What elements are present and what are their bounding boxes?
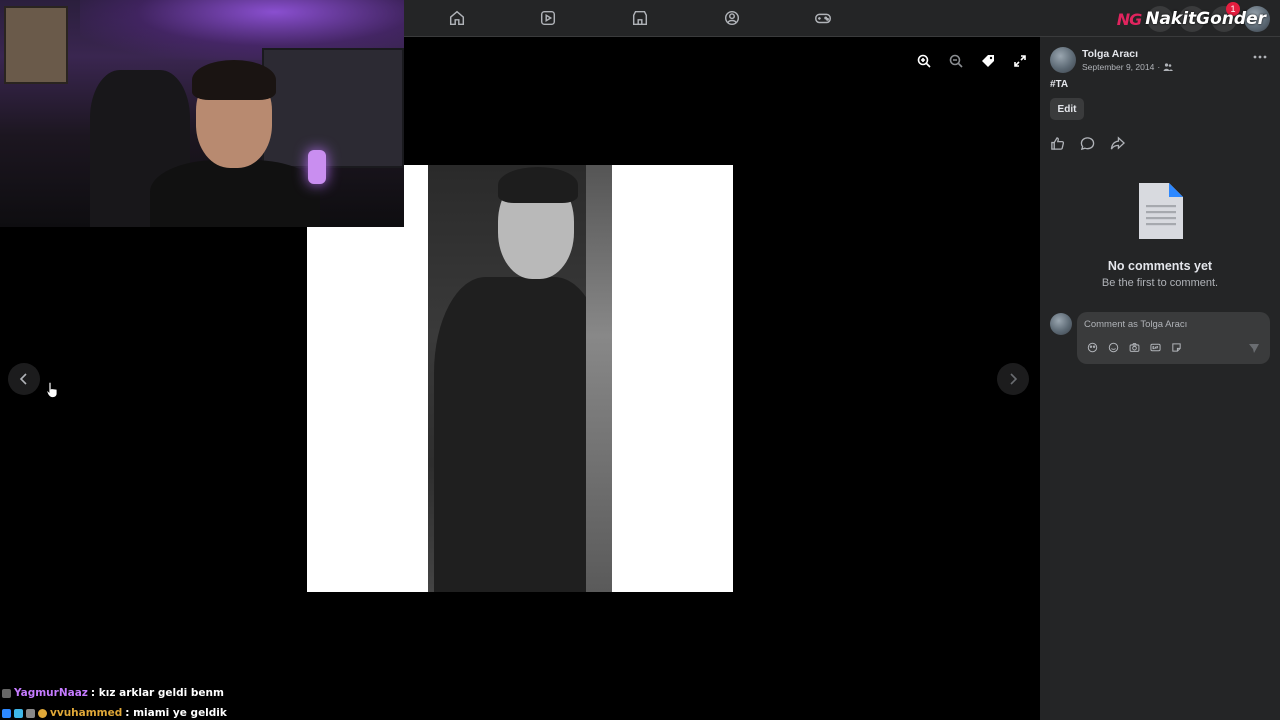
stream-chat-overlay: YagmurNaaz : kız arklar geldi benm vvuha…	[2, 683, 227, 720]
comment-placeholder: Comment as Tolga Aracı	[1084, 319, 1188, 330]
meta-separator: ·	[1157, 62, 1161, 72]
comment-icon[interactable]	[1078, 134, 1096, 152]
chat-username: YagmurNaaz	[14, 687, 88, 699]
post-photo	[307, 165, 733, 592]
fullscreen-icon[interactable]	[1008, 49, 1032, 73]
comment-tools	[1086, 341, 1182, 353]
empty-comments-document-icon	[1139, 183, 1183, 239]
chat-badge-icon	[2, 708, 11, 718]
purple-lamp	[308, 150, 326, 184]
friends-privacy-icon[interactable]	[1163, 62, 1173, 72]
photo-image-content	[428, 165, 612, 592]
streamer-webcam-overlay	[0, 0, 404, 227]
send-icon[interactable]	[1248, 342, 1260, 354]
like-icon[interactable]	[1048, 134, 1066, 152]
chat-text: : kız arklar geldi benm	[90, 687, 224, 699]
video-icon[interactable]	[538, 8, 558, 28]
chat-badge-icon	[14, 708, 23, 718]
brand-logo-text: NakitGonder	[1145, 9, 1266, 29]
brand-logo-mark: NG	[1116, 9, 1143, 29]
home-icon[interactable]	[447, 8, 467, 28]
comment-input[interactable]: Comment as Tolga Aracı	[1077, 312, 1270, 364]
next-photo-button[interactable]	[997, 363, 1029, 395]
streamer-brand-watermark: NG NakitGonder	[1117, 8, 1266, 30]
tag-icon[interactable]	[976, 49, 1000, 73]
previous-photo-button[interactable]	[8, 363, 40, 395]
chat-badge-icon	[26, 708, 35, 718]
no-comments-title: No comments yet	[1107, 259, 1213, 273]
emoji-icon[interactable]	[1107, 341, 1119, 353]
chat-message: YagmurNaaz : kız arklar geldi benm	[2, 683, 227, 703]
marketplace-icon[interactable]	[630, 8, 650, 28]
hand-cursor-icon	[46, 382, 58, 398]
post-date[interactable]: September 9, 2014	[1082, 62, 1154, 72]
camera-icon[interactable]	[1128, 341, 1140, 353]
more-options-icon[interactable]	[1252, 51, 1268, 63]
chat-badge-icon	[2, 688, 11, 698]
post-caption: #TA	[1050, 79, 1069, 90]
chat-message: vvuhammed : miami ye geldik	[2, 703, 227, 720]
chat-badge-icon	[38, 708, 47, 718]
chat-text: : miami ye geldik	[125, 707, 227, 719]
share-icon[interactable]	[1108, 134, 1126, 152]
zoom-in-icon[interactable]	[912, 49, 936, 73]
gif-icon[interactable]	[1149, 341, 1161, 353]
background-window	[262, 48, 404, 168]
edit-button[interactable]: Edit	[1050, 98, 1084, 120]
wall-painting	[4, 6, 68, 84]
chat-username: vvuhammed	[50, 707, 123, 719]
avatar-sticker-icon[interactable]	[1086, 341, 1098, 353]
post-actions	[1048, 134, 1126, 152]
zoom-out-icon[interactable]	[944, 49, 968, 73]
commenter-avatar	[1050, 313, 1072, 335]
post-author-name[interactable]: Tolga Aracı	[1082, 48, 1138, 60]
author-avatar[interactable]	[1050, 47, 1076, 73]
sticker-icon[interactable]	[1170, 341, 1182, 353]
groups-icon[interactable]	[722, 8, 742, 28]
post-meta: September 9, 2014 ·	[1082, 62, 1173, 72]
no-comments-subtitle: Be the first to comment.	[1101, 277, 1219, 289]
gaming-icon[interactable]	[813, 8, 833, 28]
post-details-panel: Tolga Aracı September 9, 2014 · #TA Edit…	[1040, 37, 1280, 720]
